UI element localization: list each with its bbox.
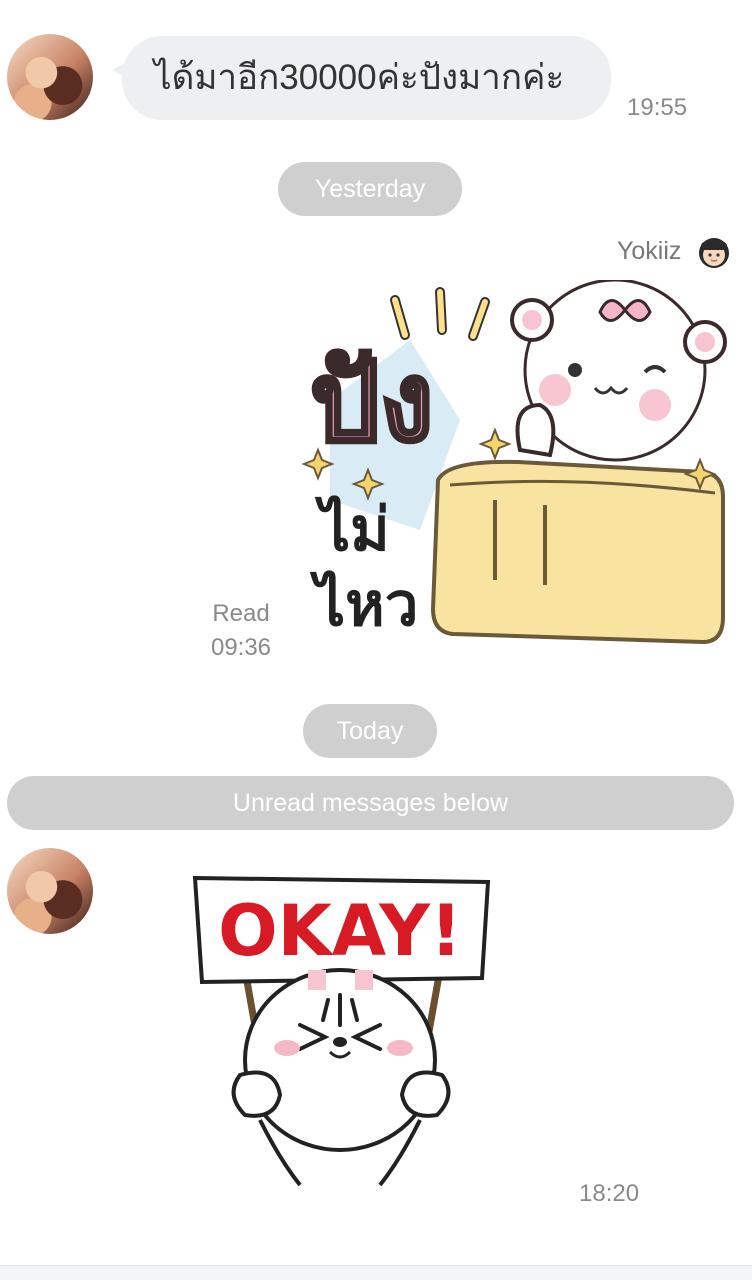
contact-avatar[interactable] xyxy=(7,848,93,934)
message-text: ได้มาอีก30000ค่ะปังมากค่ะ xyxy=(154,58,565,97)
sticker-text-wai: ไหว xyxy=(309,569,418,640)
message-time: 18:20 xyxy=(579,1180,640,1207)
unread-messages-divider: Unread messages below xyxy=(7,776,734,830)
sticker-text-mai: ไม่ xyxy=(314,494,390,565)
message-time: 09:36 xyxy=(210,634,272,661)
girl-emoji-icon xyxy=(699,238,729,268)
contact-avatar[interactable] xyxy=(7,34,93,120)
read-label: Read xyxy=(212,600,270,627)
message-time: 19:55 xyxy=(627,94,688,121)
bear-bread-sticker[interactable]: ปัง ไม่ ไหว xyxy=(300,280,730,660)
read-receipt: Read 09:36 xyxy=(200,597,282,665)
sticker-text-pang: ปัง xyxy=(310,338,434,466)
okay-bunny-sticker[interactable]: OKAY! xyxy=(190,870,495,1190)
date-separator-yesterday: Yesterday xyxy=(278,162,462,216)
bottom-bar xyxy=(0,1265,752,1280)
message-bubble[interactable]: ได้มาอีก30000ค่ะปังมากค่ะ xyxy=(112,36,611,120)
sender-name: Yokiiz xyxy=(617,237,682,265)
sign-text: OKAY! xyxy=(218,890,462,972)
date-separator-today: Today xyxy=(303,704,437,758)
